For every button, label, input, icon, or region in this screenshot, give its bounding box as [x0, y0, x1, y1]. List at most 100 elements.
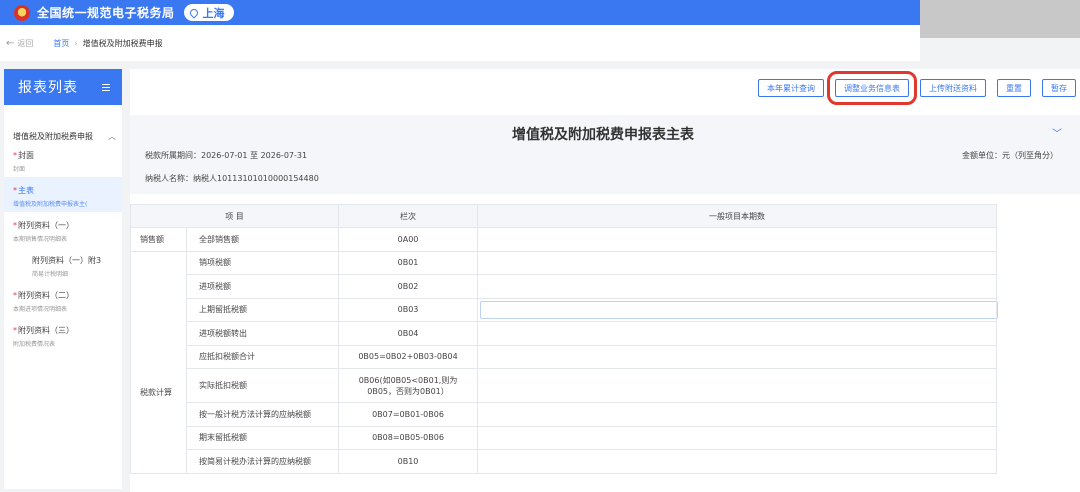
row-value-cell[interactable] [477, 321, 998, 346]
report-list-sidebar: 报表列表 增值税及附加税费申报 ︿ *封面 封面 *主表 增值税及附加税费申报表… [4, 69, 122, 489]
table-row: 应抵扣税额合计 0B05=0B02+0B03-0B04 [131, 344, 998, 369]
table-row: 按简易计税办法计算的应纳税额 0B10 [131, 449, 998, 474]
form-header: 增值税及附加税费申报表主表 ﹀ 税款所属期间：2026-07-01 至 2026… [130, 115, 1080, 194]
table-row: 按一般计税方法计算的应纳税额 0B07=0B01-0B06 [131, 402, 998, 427]
form-title: 增值税及附加税费申报表主表 [512, 127, 694, 143]
top-header: 全国统一规范电子税务局 上海 [0, 0, 920, 25]
row-value-cell [477, 297, 999, 322]
taxpayer-name: 纳税人名称：纳税人10113101010000154480 [145, 174, 319, 183]
required-mark: * [13, 326, 17, 335]
sidebar-item-schedule-1[interactable]: *附列资料（一） 本期销售情况明细表 [4, 212, 122, 247]
toolbar: 本年累计查询 调整业务信息表 上传附送资料 重置 暂存 [758, 71, 1076, 105]
region-selector[interactable]: 上海 [183, 4, 234, 21]
sidebar-item-sublabel: 本期销售情况明细表 [13, 236, 68, 243]
chevron-down-icon[interactable]: ﹀ [1052, 125, 1062, 140]
sidebar-item-main-form[interactable]: *主表 增值税及附加税费申报表主( [4, 177, 122, 212]
upload-attachments-button[interactable]: 上传附送资料 [920, 79, 986, 97]
prior-credit-input[interactable] [480, 300, 999, 319]
row-line-no: 0B01 [338, 250, 479, 275]
sidebar-item-schedule-1-att3[interactable]: 附列资料（一）附3 简易计税明细 [4, 247, 122, 282]
adjust-business-info-button[interactable]: 调整业务信息表 [827, 71, 917, 105]
sidebar-item-schedule-2[interactable]: *附列资料（二） 本期进项情况明细表 [4, 282, 122, 317]
row-value-cell [477, 368, 998, 403]
row-line-no: 0B04 [338, 321, 479, 346]
sidebar-item-sublabel: 封面 [13, 166, 26, 173]
sidebar-item-schedule-3[interactable]: *附列资料（三） 附加税费情况表 [4, 317, 122, 352]
reset-button[interactable]: 重置 [997, 79, 1031, 97]
tax-period: 税款所属期间：2026-07-01 至 2026-07-31 [145, 151, 308, 160]
required-mark: * [13, 151, 17, 160]
header-right-area [920, 0, 1080, 38]
table-row: 期末留抵税额 0B08=0B05-0B06 [131, 425, 998, 450]
back-link[interactable]: 返回 [17, 38, 33, 49]
save-draft-button[interactable]: 暂存 [1042, 79, 1076, 97]
table-row: 上期留抵税额 0B03 [131, 297, 999, 322]
row-line-no: 0B10 [338, 449, 479, 474]
row-line-no: 0B07=0B01-0B06 [338, 402, 479, 427]
row-item: 全部销售额 [185, 227, 340, 252]
back-arrow-icon[interactable]: ← [6, 38, 14, 49]
row-value-cell [477, 425, 998, 450]
breadcrumb-separator: › [74, 38, 78, 48]
header-item: 项 目 [129, 204, 340, 228]
row-value-cell[interactable] [477, 274, 998, 299]
row-item: 期末留抵税额 [185, 425, 340, 450]
tax-emblem-icon [14, 4, 30, 21]
required-mark: * [13, 291, 17, 300]
row-value-cell[interactable] [477, 250, 998, 275]
row-line-no: 0B02 [338, 274, 479, 299]
menu-icon[interactable] [102, 83, 110, 91]
table-row: 进项税额 0B02 [131, 274, 998, 299]
header-general-current: 一般项目本期数 [477, 204, 998, 228]
location-pin-icon [187, 6, 200, 19]
header-line-no: 栏次 [338, 204, 479, 228]
table-header-row: 项 目 栏次 一般项目本期数 [129, 204, 998, 228]
row-item: 实际抵扣税额 [185, 368, 340, 403]
category-tax-calc: 税款计算 [130, 250, 187, 474]
row-item: 按简易计税办法计算的应纳税额 [185, 449, 340, 474]
row-line-no: 0B03 [338, 297, 479, 322]
main-panel: 本年累计查询 调整业务信息表 上传附送资料 重置 暂存 增值税及附加税费申报表主… [129, 69, 1080, 492]
row-line-no: 0B08=0B05-0B06 [338, 425, 479, 450]
table-row: 销售额 全部销售额 0A00 [130, 227, 998, 252]
region-label: 上海 [202, 6, 225, 20]
row-line-no: 0A00 [338, 227, 479, 252]
sidebar-item-sublabel: 简易计税明细 [32, 271, 69, 278]
table-row: 进项税额转出 0B04 [131, 321, 998, 346]
row-value-cell[interactable] [477, 227, 998, 252]
row-item: 按一般计税方法计算的应纳税额 [185, 402, 340, 427]
sidebar-item-label: 附列资料（三） [18, 326, 74, 335]
breadcrumb-current: 增值税及附加税费申报 [82, 38, 163, 48]
row-value-cell [477, 402, 998, 427]
site-title: 全国统一规范电子税务局 [37, 6, 175, 20]
row-line-no: 0B05=0B02+0B03-0B04 [338, 344, 479, 369]
sidebar-item-label: 附列资料（一）附3 [32, 256, 102, 265]
sidebar-item-label: 附列资料（一） [18, 221, 74, 230]
vat-main-table: 项 目 栏次 一般项目本期数 销售额 全部销售额 0A00 税款计算 销项税额 … [129, 204, 999, 474]
row-item: 销项税额 [185, 250, 340, 275]
category-sales: 销售额 [130, 227, 187, 252]
sidebar-item-sublabel: 附加税费情况表 [13, 341, 56, 348]
chevron-up-icon[interactable]: ︿ [108, 131, 116, 142]
year-cumulative-query-button[interactable]: 本年累计查询 [758, 79, 824, 97]
amount-unit: 金额单位：元（列至角分） [962, 151, 1058, 160]
breadcrumb: ← 返回 首页 › 增值税及附加税费申报 [0, 25, 920, 61]
table-row: 实际抵扣税额 0B06(如0B05<0B01,则为0B05，否则为0B01） [131, 368, 998, 403]
sidebar-group-label: 增值税及附加税费申报 [13, 132, 93, 141]
sidebar-header: 报表列表 [4, 69, 122, 105]
required-mark: * [13, 221, 17, 230]
sidebar-item-sublabel: 增值税及附加税费申报表主( [13, 201, 88, 208]
required-mark: * [13, 186, 17, 195]
sidebar-group-vat[interactable]: 增值税及附加税费申报 ︿ [4, 105, 122, 142]
row-item: 应抵扣税额合计 [185, 344, 340, 369]
sidebar-item-sublabel: 本期进项情况明细表 [13, 306, 68, 313]
row-item: 进项税额 [185, 274, 340, 299]
sidebar-item-cover[interactable]: *封面 封面 [4, 142, 122, 177]
row-item: 进项税额转出 [185, 321, 340, 346]
sidebar-item-label: 封面 [18, 151, 34, 160]
breadcrumb-home[interactable]: 首页 [53, 38, 69, 49]
row-value-cell[interactable] [477, 449, 998, 474]
row-item: 上期留抵税额 [185, 297, 340, 322]
sidebar-item-label: 附列资料（二） [18, 291, 74, 300]
table-row: 税款计算 销项税额 0B01 [130, 250, 998, 474]
